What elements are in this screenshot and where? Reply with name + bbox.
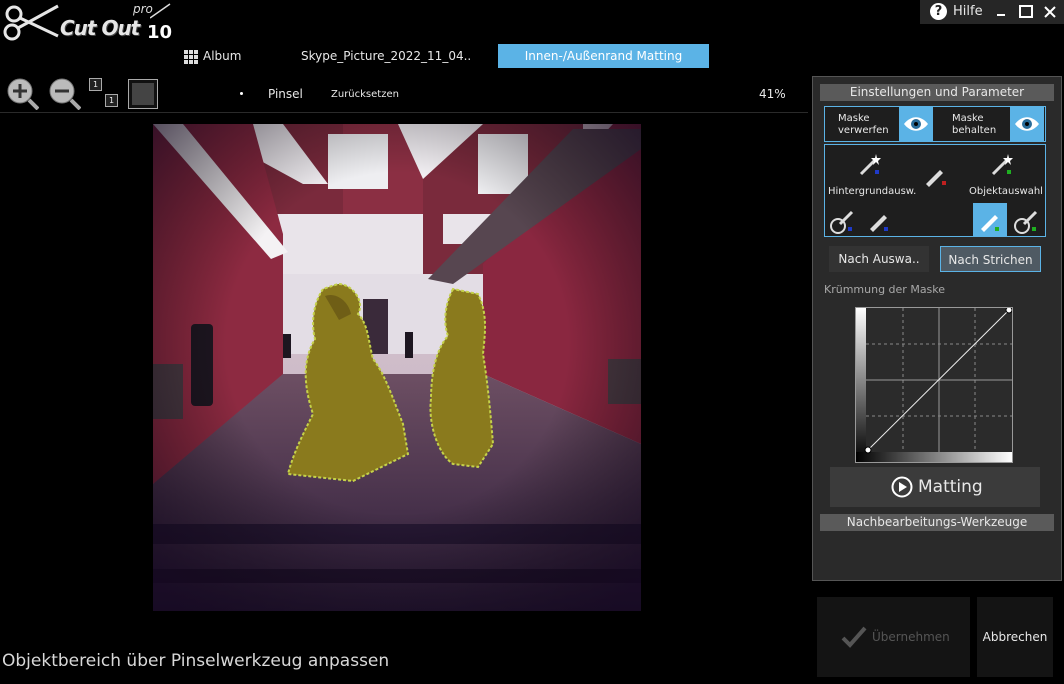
actual-size-label-b: 1 xyxy=(105,94,118,107)
zoom-out-icon[interactable] xyxy=(47,76,82,111)
checkmark-icon xyxy=(841,626,867,648)
play-icon xyxy=(891,476,913,498)
tab-matting[interactable]: Innen-/Außenrand Matting xyxy=(498,44,709,68)
close-icon[interactable] xyxy=(1040,2,1060,22)
app-logo: Cut Out pro 10 xyxy=(0,0,175,44)
discard-mask-eye-icon[interactable] xyxy=(899,107,933,141)
brush-label[interactable]: Pinsel xyxy=(268,87,303,101)
background-magic-wand-icon[interactable] xyxy=(853,148,887,182)
fit-to-window-icon[interactable] xyxy=(128,79,158,109)
zoom-level: 41% xyxy=(759,87,786,101)
discard-mask-label[interactable]: Maske verwerfen xyxy=(838,113,889,137)
object-select-label: Objektauswahl xyxy=(969,186,1043,197)
scissors-icon xyxy=(3,4,59,41)
logo-swoosh xyxy=(150,3,171,19)
logo-version: 10 xyxy=(147,22,173,43)
album-grid-icon[interactable] xyxy=(184,50,198,64)
post-tools-header[interactable]: Nachbearbeitungs-Werkzeuge xyxy=(820,514,1054,531)
status-text: Objektbereich über Pinselwerkzeug anpass… xyxy=(2,651,390,671)
help-button[interactable]: Hilfe xyxy=(953,4,983,19)
object-brush-icon[interactable] xyxy=(973,203,1007,237)
album-tab[interactable]: Album xyxy=(203,49,241,63)
actual-size-label-a: 1 xyxy=(89,78,102,91)
cancel-button[interactable]: Abbrechen xyxy=(977,597,1053,677)
reset-button[interactable]: Zurücksetzen xyxy=(331,89,399,100)
background-eraser-brush-icon[interactable] xyxy=(826,203,860,237)
minimize-icon[interactable] xyxy=(991,2,1011,22)
image-canvas[interactable] xyxy=(153,124,641,611)
accept-label: Übernehmen xyxy=(872,630,950,644)
maximize-icon[interactable] xyxy=(1016,2,1036,22)
by-strokes-button[interactable]: Nach Strichen xyxy=(940,246,1041,272)
object-eraser-brush-icon[interactable] xyxy=(1010,203,1044,237)
zoom-in-icon[interactable] xyxy=(5,76,40,111)
toolbar-divider xyxy=(0,112,808,113)
settings-header: Einstellungen und Parameter xyxy=(820,84,1054,101)
keep-mask-label[interactable]: Maske behalten xyxy=(952,113,996,137)
keep-mask-eye-icon[interactable] xyxy=(1010,107,1044,141)
logo-name: Cut Out xyxy=(60,16,140,40)
eraser-brush-icon[interactable] xyxy=(918,158,952,192)
matting-label: Matting xyxy=(918,477,983,497)
actual-size-button[interactable]: 1 1 xyxy=(89,78,121,110)
accept-button[interactable]: Übernehmen xyxy=(817,597,970,677)
mask-curve-editor[interactable] xyxy=(855,306,1013,463)
matting-button[interactable]: Matting xyxy=(830,467,1040,507)
help-icon[interactable]: ? xyxy=(930,3,947,20)
file-tab[interactable]: Skype_Picture_2022_11_04.. xyxy=(301,49,471,63)
background-select-label: Hintergrundausw. xyxy=(828,186,917,197)
curve-label: Krümmung der Maske xyxy=(824,283,946,296)
background-brush-icon[interactable] xyxy=(862,203,896,237)
brush-size-dot[interactable] xyxy=(240,92,243,95)
object-magic-wand-icon[interactable] xyxy=(985,148,1019,182)
by-selection-button[interactable]: Nach Auswa.. xyxy=(829,246,929,272)
